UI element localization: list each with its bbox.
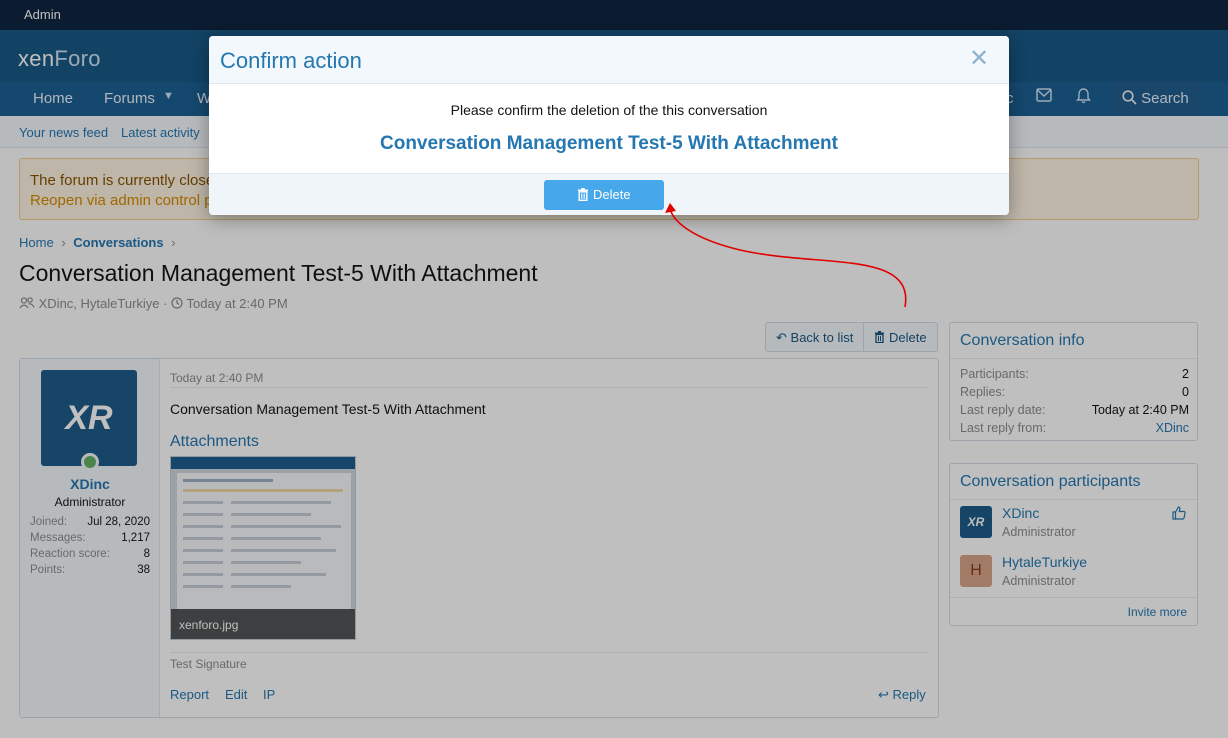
confirm-dialog: Confirm action ✕ Please confirm the dele… [209,36,1009,215]
trash-icon [578,188,589,201]
dialog-item-title[interactable]: Conversation Management Test-5 With Atta… [209,133,1009,155]
dialog-header: Confirm action ✕ [209,36,1009,84]
close-icon[interactable]: ✕ [969,46,989,72]
dialog-title: Confirm action [220,48,362,73]
confirm-delete-button[interactable]: Delete [544,180,664,210]
confirm-delete-label: Delete [593,187,631,202]
dialog-message: Please confirm the deletion of the this … [450,102,768,118]
page: Admin xenForo Home Forums ▼ W c Search Y… [0,0,1228,738]
dialog-footer: Delete [209,173,1009,215]
